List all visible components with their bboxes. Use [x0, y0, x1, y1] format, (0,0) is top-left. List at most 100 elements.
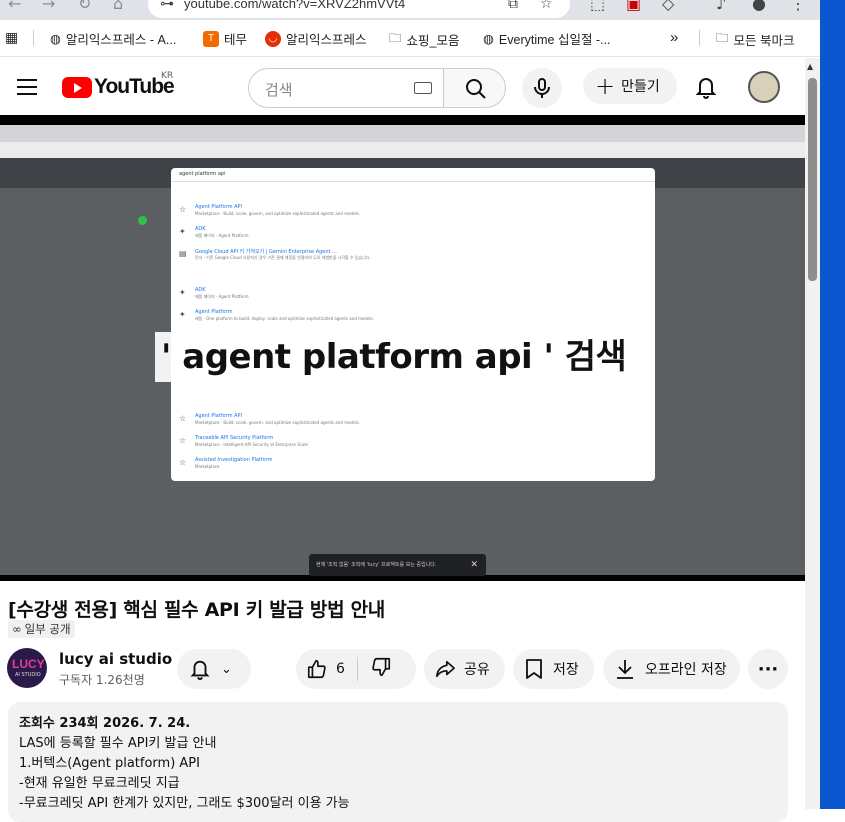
save-button[interactable]: 저장 — [513, 649, 594, 689]
marketplace-icon: ☆ — [179, 436, 187, 445]
create-button[interactable]: + 만들기 — [583, 68, 677, 104]
video-browser-tabs — [0, 125, 805, 142]
side-panel-strip — [820, 0, 845, 809]
browser-toolbar: ← → ↻ ⌂ ⊶ youtube.com/watch?v=XRVZ2hmVVt… — [0, 0, 820, 20]
folder-icon: 🗀 — [389, 31, 402, 45]
bookmark-everytime[interactable]: ◍ Everytime 십일절 -... — [483, 29, 611, 48]
channel-name[interactable]: lucy ai studio — [59, 650, 172, 668]
description-line: -무료크레딧 API 한계가 있지만, 그래도 $300달러 이용 가능 — [19, 796, 350, 811]
chevron-down-icon: ⌄ — [221, 661, 232, 677]
scrollbar-thumb[interactable] — [808, 78, 817, 281]
bookmark-aliexpress-a[interactable]: ◍ 알리익스프레스 - A... — [50, 29, 176, 48]
mic-icon — [534, 78, 550, 98]
video-player[interactable]: agent platform api ☆ Agent Platform API … — [0, 115, 805, 581]
close-icon: ✕ — [470, 560, 478, 570]
bookmark-shopping-folder[interactable]: 🗀 쇼핑_모음 — [389, 29, 459, 50]
video-search-field: agent platform api — [171, 168, 655, 182]
product-icon: ✦ — [179, 288, 186, 297]
video-browser-url — [0, 142, 805, 158]
media-icon[interactable]: ♪ — [716, 0, 726, 13]
subscriber-count: 구독자 1.26천명 — [59, 673, 145, 687]
like-button[interactable]: 6 — [306, 658, 345, 680]
list-item: ☆ Agent Platform API Marketplace · Build… — [179, 204, 361, 216]
thumbs-up-icon — [307, 659, 326, 679]
thumbs-down-icon — [372, 657, 390, 677]
video-frame: agent platform api ☆ Agent Platform API … — [0, 125, 805, 576]
dislike-button[interactable] — [370, 656, 392, 682]
menu-icon[interactable] — [17, 79, 37, 100]
address-bar[interactable]: ⊶ youtube.com/watch?v=XRVZ2hmVVt4 ⧉ ☆ — [148, 0, 570, 18]
video-title: [수강생 전용] 핵심 필수 API 키 발급 방법 안내 — [8, 599, 385, 621]
bookmark-star-icon[interactable]: ☆ — [540, 0, 553, 12]
back-icon[interactable]: ← — [8, 0, 21, 13]
more-actions-icon[interactable]: ··· — [748, 649, 788, 689]
bookmarks-bar: ▦ ◍ 알리익스프레스 - A... T 테무 ◡ 알리익스프레스 🗀 쇼핑_모… — [0, 20, 820, 57]
divider — [33, 30, 34, 46]
bookmark-aliexpress[interactable]: ◡ 알리익스프레스 — [265, 29, 367, 48]
marketplace-icon: ☆ — [179, 205, 187, 214]
globe-icon: ◍ — [483, 32, 494, 46]
video-toast: 현재 '조직 없음' 조직에 'lucy' 프로젝트를 보는 중입니다. ✕ — [309, 554, 486, 576]
share-button[interactable]: 공유 — [424, 649, 505, 689]
list-item: ▤ Google Cloud API 키 가져오기 | Gemini Enter… — [179, 249, 371, 260]
search-button[interactable] — [443, 68, 506, 108]
plus-icon: + — [595, 72, 616, 100]
share-icon — [436, 660, 455, 678]
download-icon — [617, 660, 633, 679]
apps-grid-icon[interactable]: ▦ — [5, 29, 18, 46]
search-icon — [466, 79, 486, 99]
search-input[interactable]: 검색 — [248, 68, 444, 108]
download-button[interactable]: 오프라인 저장 — [603, 649, 740, 689]
bookmark-icon — [526, 659, 542, 679]
visibility-badge: ∞ 일부 공개 — [8, 620, 75, 638]
product-icon: ✦ — [179, 310, 186, 319]
play-logo-icon — [62, 76, 92, 98]
channel-avatar[interactable]: LUCY AI STUDIO — [7, 648, 47, 688]
voice-search-button[interactable] — [522, 68, 562, 108]
description-line: -현재 유일한 무료크레딧 지급 — [19, 776, 180, 791]
list-item: ☆ Agent Platform API Marketplace · Build… — [179, 413, 361, 425]
extensions-icon[interactable]: ⬚ — [590, 0, 605, 13]
marketplace-icon: ☆ — [179, 458, 187, 467]
url-text: youtube.com/watch?v=XRVZ2hmVVt4 — [184, 0, 406, 11]
folder-icon: 🗀 — [716, 31, 729, 45]
cursor-indicator — [138, 216, 147, 225]
like-dislike-group: 6 — [296, 649, 416, 689]
account-avatar[interactable] — [748, 71, 780, 103]
aliexpress-icon: ◡ — [265, 30, 281, 47]
notification-settings-button[interactable]: ⌄ — [177, 649, 251, 689]
reload-icon[interactable]: ↻ — [78, 0, 91, 13]
all-bookmarks-button[interactable]: 🗀 모든 북마크 — [716, 29, 795, 50]
scroll-up-icon[interactable]: ▲ — [807, 62, 813, 71]
video-caption-overlay: ' agent platform api ' 검색 — [155, 332, 627, 382]
menu-kebab-icon[interactable]: ⋮ — [790, 0, 806, 13]
divider — [699, 30, 700, 46]
globe-icon: ◍ — [50, 32, 61, 46]
more-bookmarks-button[interactable]: » — [670, 29, 678, 46]
pdf-icon[interactable]: ▣ — [626, 0, 641, 13]
bookmark-temu[interactable]: T 테무 — [203, 29, 247, 48]
youtube-logo[interactable]: YouTube — [62, 75, 175, 99]
list-item: ✦ ADK 제품 페이지 · Agent Platform — [179, 226, 249, 238]
site-info-icon[interactable]: ⊶ — [160, 0, 174, 12]
video-search-dropdown: agent platform api ☆ Agent Platform API … — [171, 168, 655, 481]
keyboard-icon[interactable] — [414, 82, 432, 94]
puzzle-icon[interactable]: ◇ — [662, 0, 674, 13]
product-icon: ✦ — [179, 227, 186, 236]
forward-icon[interactable]: → — [42, 0, 55, 13]
install-icon[interactable]: ⧉ — [508, 0, 518, 12]
list-item: ☆ Assisted Investigation Platform Market… — [179, 457, 273, 469]
description-box[interactable]: 조회수 234회 2026. 7. 24. LAS에 등록할 필수 API키 발… — [8, 702, 788, 822]
temu-icon: T — [203, 30, 219, 47]
notifications-bell-icon[interactable] — [694, 74, 718, 100]
divider — [356, 657, 358, 681]
youtube-header: YouTube KR 검색 + 만들기 — [0, 58, 805, 115]
list-item: ☆ Traceable API Security Platform Market… — [179, 435, 308, 447]
description-line: 1.버텍스(Agent platform) API — [19, 756, 200, 771]
like-count: 6 — [336, 661, 345, 677]
region-label: KR — [161, 71, 174, 81]
list-item: ✦ ADK 제품 페이지 · Agent Platform — [179, 287, 249, 299]
profile-icon[interactable]: ● — [752, 0, 766, 13]
home-icon[interactable]: ⌂ — [113, 0, 123, 13]
list-item: ✦ Agent Platform 제품 · One platform to bu… — [179, 309, 374, 321]
